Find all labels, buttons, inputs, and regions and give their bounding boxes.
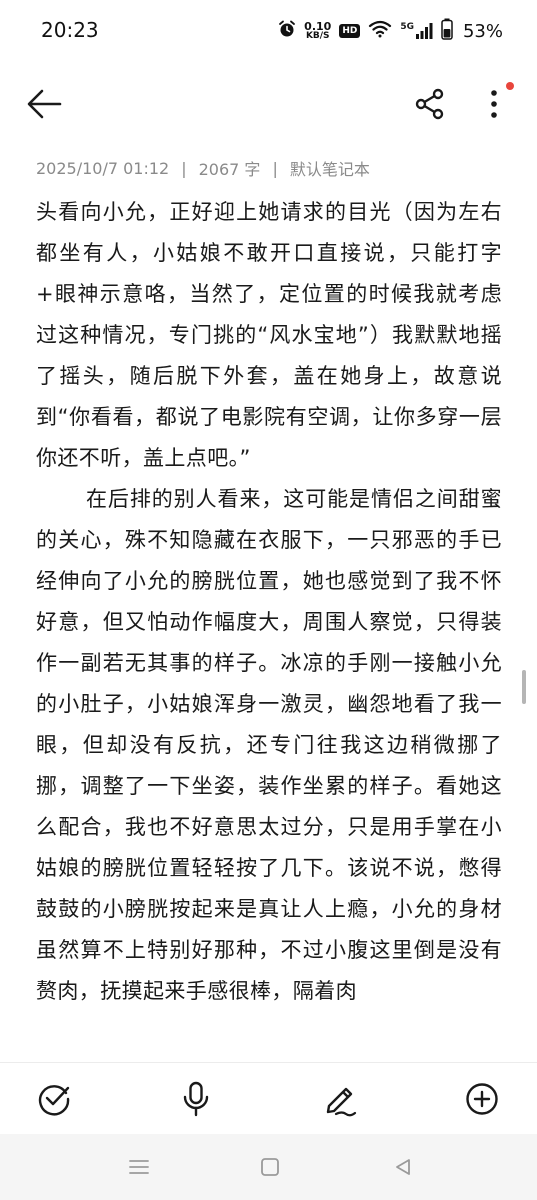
back-triangle-icon [396,1159,410,1175]
battery-percent: 53% [462,20,503,42]
recent-apps-button[interactable] [124,1152,154,1182]
note-date: 2025/10/7 01:12 [36,158,170,178]
note-word-count: 2067 字 [198,160,261,179]
note-content[interactable]: 头看向小允，正好迎上她请求的目光（因为左右都坐有人，小姑娘不敢开口直接说，只能打… [36,192,502,1062]
add-circle-icon [466,1083,498,1115]
handwriting-button[interactable] [318,1077,362,1121]
network-speed-unit: KB/S [305,31,330,41]
arrow-left-icon [27,89,62,119]
checklist-button[interactable] [32,1077,76,1121]
status-bar: 20:23 0.10 KB/S HD 5G 53% [0,0,537,64]
note-notebook[interactable]: 默认笔记本 [290,156,370,180]
meta-separator: | [181,158,187,178]
status-icons: 0.10 KB/S HD 5G 53% [278,16,503,46]
status-time: 20:23 [41,18,99,42]
home-button[interactable] [255,1152,285,1182]
app-header [0,64,537,144]
cellular-signal-icon: 5G [400,23,433,39]
meta-separator: | [272,158,278,178]
menu-icon [129,1160,149,1174]
battery-icon [441,18,453,44]
note-paragraph: 在后排的别人看来，这可能是情侣之间甜蜜的关心，殊不知隐藏在衣服下，一只邪恶的手已… [36,487,502,1003]
share-button[interactable] [408,82,452,126]
microphone-icon [183,1081,209,1117]
system-nav-bar [0,1134,537,1200]
alarm-icon [278,20,296,42]
share-icon [415,88,444,120]
back-button[interactable] [22,82,66,126]
scrollbar-thumb[interactable] [522,670,526,704]
network-speed: 0.10 KB/S [304,21,331,41]
check-circle-icon [38,1085,70,1116]
add-button[interactable] [460,1077,504,1121]
system-back-button[interactable] [388,1152,418,1182]
pen-icon [326,1087,357,1117]
more-vertical-icon [491,90,497,118]
note-meta: 2025/10/7 01:12 | 2067 字 | 默认笔记本 [36,156,370,180]
voice-input-button[interactable] [174,1077,218,1121]
home-icon [261,1158,279,1176]
hd-badge: HD [339,24,361,38]
cellular-type-label: 5G [400,22,414,32]
notification-dot [506,82,514,90]
bottom-toolbar [0,1062,537,1135]
note-paragraph: 头看向小允，正好迎上她请求的目光（因为左右都坐有人，小姑娘不敢开口直接说，只能打… [36,200,502,470]
wifi-icon [368,20,392,42]
